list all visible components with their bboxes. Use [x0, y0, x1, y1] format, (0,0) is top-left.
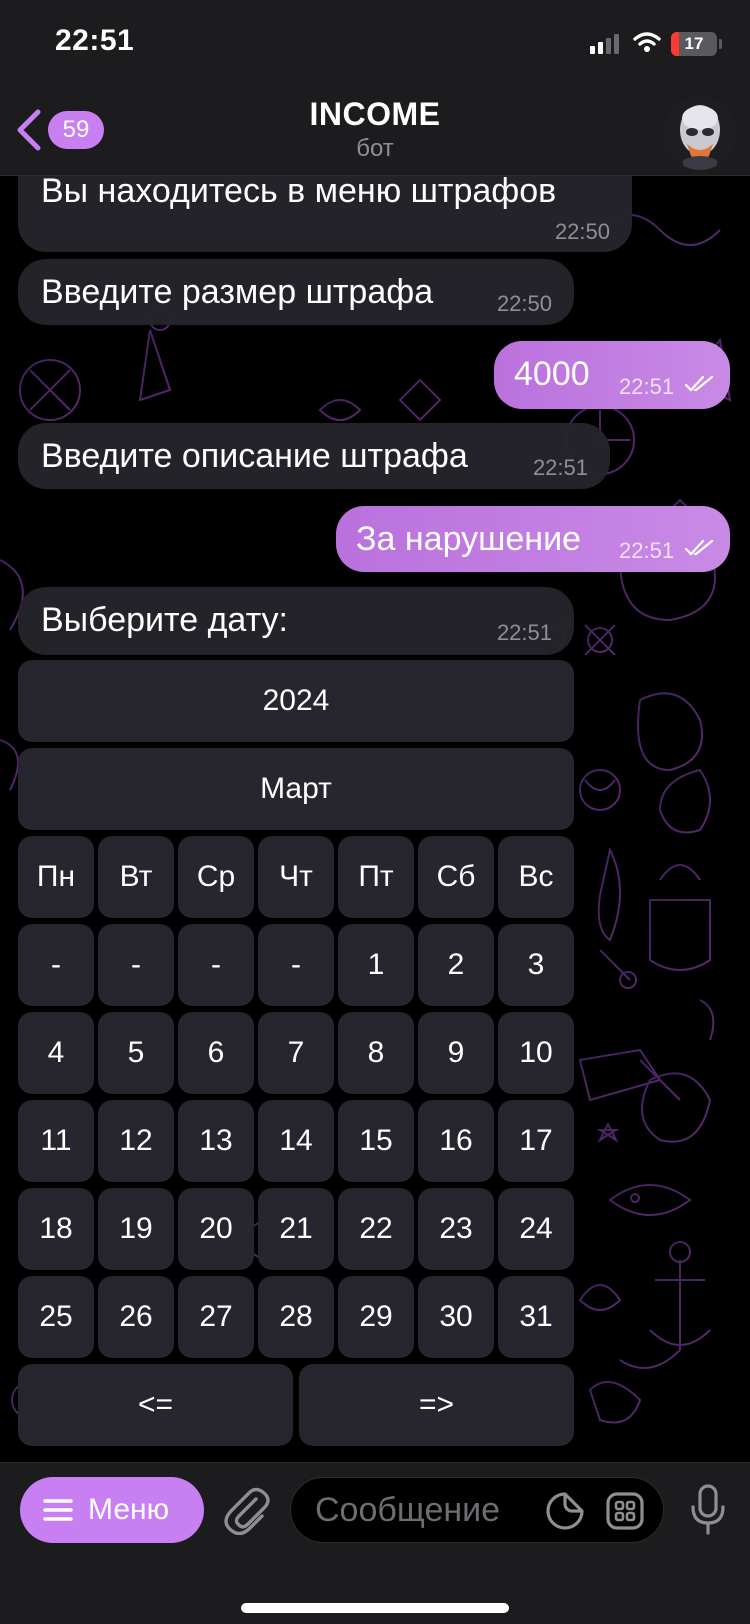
calendar-day-button[interactable]: 31: [498, 1276, 574, 1358]
chat-title-block[interactable]: INCOME бот: [0, 96, 750, 163]
message-bubble-outgoing[interactable]: 4000 22:51: [494, 341, 730, 409]
message-bubble-incoming[interactable]: Выберите дату: 22:51: [18, 587, 574, 655]
message-bubble-incoming[interactable]: Введите размер штрафа 22:50: [18, 259, 574, 325]
calendar-day-button[interactable]: 8: [338, 1012, 414, 1094]
attach-icon[interactable]: [222, 1485, 272, 1535]
message-text: Введите описание штрафа: [41, 437, 468, 475]
message-text: Вы находитесь в меню штрафов: [41, 172, 557, 210]
calendar-day-button[interactable]: 14: [258, 1100, 334, 1182]
calendar-day-button[interactable]: 23: [418, 1188, 494, 1270]
calendar-month-button[interactable]: Март: [18, 748, 574, 830]
message-text: 4000: [514, 355, 590, 393]
calendar-weekday-header[interactable]: Сб: [418, 836, 494, 918]
menu-icon: [43, 1499, 73, 1521]
wifi-icon: [633, 32, 661, 52]
calendar-prev-button[interactable]: <=: [18, 1364, 293, 1446]
calendar-day-button[interactable]: 13: [178, 1100, 254, 1182]
message-time: 22:51: [619, 538, 675, 563]
calendar-day-button[interactable]: 20: [178, 1188, 254, 1270]
calendar-day-button[interactable]: 27: [178, 1276, 254, 1358]
message-input-field[interactable]: [290, 1477, 664, 1543]
calendar-day-button[interactable]: 4: [18, 1012, 94, 1094]
chat-title: INCOME: [309, 96, 441, 132]
calendar-empty-day[interactable]: -: [178, 924, 254, 1006]
calendar-day-button[interactable]: 30: [418, 1276, 494, 1358]
calendar-empty-day[interactable]: -: [258, 924, 334, 1006]
calendar-weekday-header[interactable]: Пт: [338, 836, 414, 918]
calendar-weekday-header[interactable]: Пн: [18, 836, 94, 918]
calendar-weekday-header[interactable]: Вт: [98, 836, 174, 918]
menu-button-label: Меню: [88, 1493, 170, 1526]
calendar-day-button[interactable]: 3: [498, 924, 574, 1006]
calendar-empty-day[interactable]: -: [98, 924, 174, 1006]
calendar-day-button[interactable]: 26: [98, 1276, 174, 1358]
battery-level: 17: [684, 34, 704, 53]
bot-keyboard-icon[interactable]: [605, 1491, 645, 1531]
message-text: Введите размер штрафа: [41, 273, 434, 311]
calendar-day-button[interactable]: 22: [338, 1188, 414, 1270]
status-time: 22:51: [55, 24, 135, 57]
calendar-next-button[interactable]: =>: [299, 1364, 574, 1446]
bot-avatar[interactable]: [663, 96, 737, 170]
message-composer-bar: Меню: [0, 1462, 750, 1624]
chat-header: 59 INCOME бот: [0, 90, 750, 176]
message-time: 22:50: [554, 219, 610, 244]
message-input[interactable]: [315, 1486, 535, 1534]
calendar-day-button[interactable]: 21: [258, 1188, 334, 1270]
status-bar: 22:51 17: [0, 0, 750, 90]
microphone-icon[interactable]: [690, 1483, 726, 1537]
calendar-day-button[interactable]: 18: [18, 1188, 94, 1270]
message-time: 22:50: [496, 291, 552, 316]
battery-cap: [719, 39, 722, 49]
message-time: 22:51: [496, 620, 552, 645]
chat-subtitle: бот: [356, 135, 394, 162]
calendar-year-button[interactable]: 2024: [18, 660, 574, 742]
calendar-day-button[interactable]: 24: [498, 1188, 574, 1270]
calendar-day-button[interactable]: 17: [498, 1100, 574, 1182]
calendar-day-button[interactable]: 10: [498, 1012, 574, 1094]
calendar-day-button[interactable]: 16: [418, 1100, 494, 1182]
bot-avatar-image: [663, 96, 737, 170]
calendar-day-button[interactable]: 15: [338, 1100, 414, 1182]
battery-icon: 17: [671, 32, 717, 56]
calendar-day-button[interactable]: 1: [338, 924, 414, 1006]
sticker-icon[interactable]: [545, 1491, 585, 1531]
calendar-day-button[interactable]: 19: [98, 1188, 174, 1270]
message-text: За нарушение: [356, 520, 581, 558]
message-bubble-incoming[interactable]: Введите описание штрафа 22:51: [18, 423, 610, 489]
message-bubble-outgoing[interactable]: За нарушение 22:51: [336, 506, 730, 572]
calendar-day-button[interactable]: 5: [98, 1012, 174, 1094]
message-text: Выберите дату:: [41, 601, 288, 639]
calendar-day-button[interactable]: 25: [18, 1276, 94, 1358]
calendar-empty-day[interactable]: -: [18, 924, 94, 1006]
calendar-day-button[interactable]: 6: [178, 1012, 254, 1094]
calendar-day-button[interactable]: 28: [258, 1276, 334, 1358]
calendar-day-button[interactable]: 9: [418, 1012, 494, 1094]
calendar-day-button[interactable]: 7: [258, 1012, 334, 1094]
calendar-weekday-header[interactable]: Ср: [178, 836, 254, 918]
calendar-day-button[interactable]: 11: [18, 1100, 94, 1182]
calendar-weekday-header[interactable]: Вс: [498, 836, 574, 918]
message-time: 22:51: [532, 455, 588, 480]
read-receipt-icon: [684, 375, 714, 392]
calendar-day-button[interactable]: 29: [338, 1276, 414, 1358]
cellular-signal-icon: [590, 32, 619, 54]
message-time: 22:51: [619, 374, 675, 399]
calendar-weekday-header[interactable]: Чт: [258, 836, 334, 918]
calendar-day-button[interactable]: 12: [98, 1100, 174, 1182]
bot-menu-button[interactable]: Меню: [20, 1477, 204, 1543]
calendar-day-button[interactable]: 2: [418, 924, 494, 1006]
home-indicator: [241, 1603, 509, 1613]
read-receipt-icon: [684, 539, 714, 556]
